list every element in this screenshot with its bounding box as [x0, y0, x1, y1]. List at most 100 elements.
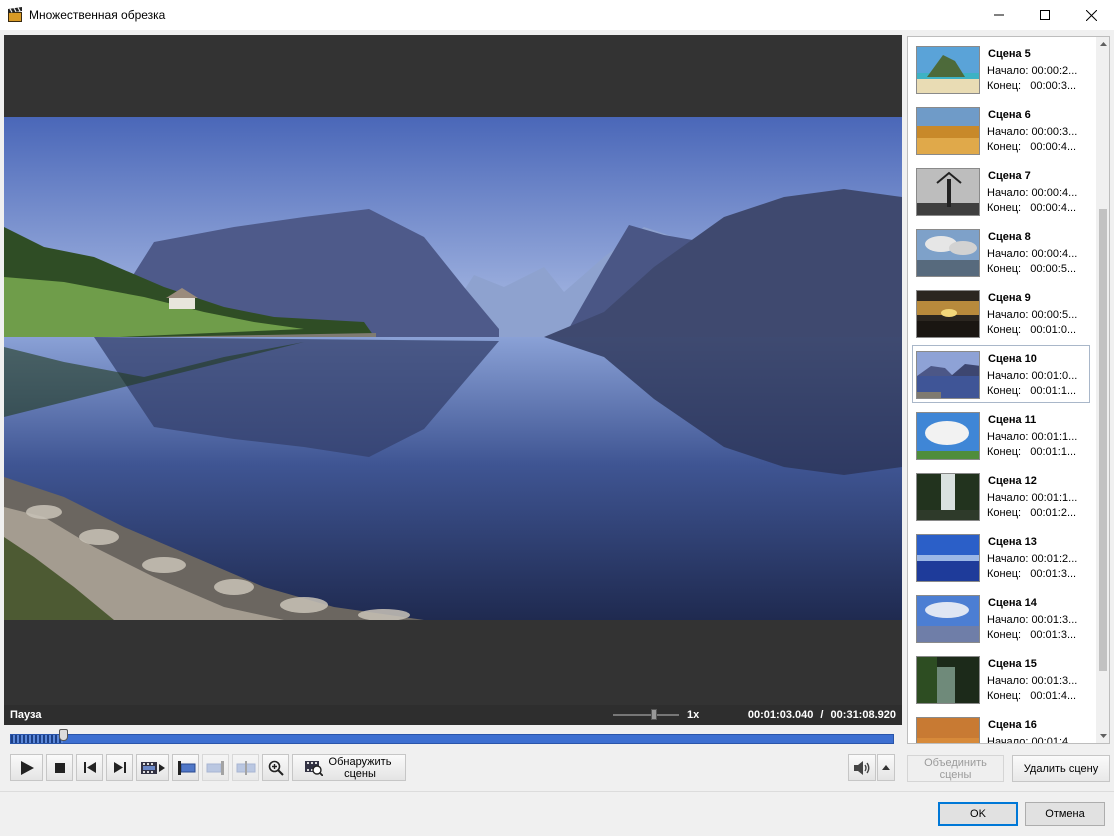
scene-item[interactable]: Сцена 7 Начало: 00:00:4... Конец: 00:00:4.… [912, 162, 1090, 220]
close-icon [1085, 9, 1097, 21]
time-readout: 00:01:03.040 / 00:31:08.920 [748, 709, 896, 721]
speaker-icon [854, 760, 870, 775]
scene-name: Сцена 14 [988, 597, 1037, 609]
scene-thumbnail [916, 351, 980, 399]
scene-thumbnail [916, 656, 980, 704]
scene-item[interactable]: Сцена 12 Начало: 00:01:1... Конец: 00:01:2… [912, 467, 1090, 525]
scene-item[interactable]: Сцена 15 Начало: 00:01:3... Конец: 00:01:4… [912, 650, 1090, 708]
speed-label: 1x [687, 709, 700, 721]
timeline-played [11, 735, 63, 743]
mark-start-button[interactable] [172, 754, 199, 781]
split-button[interactable] [232, 754, 259, 781]
scene-item[interactable]: Сцена 16 Начало: 00:01:4... [912, 711, 1090, 744]
video-preview[interactable] [4, 35, 902, 705]
scene-start-time: Начало: 00:01:0... [987, 370, 1078, 382]
scene-start-time: Начало: 00:01:2... [987, 553, 1078, 565]
scene-item[interactable]: Сцена 8 Начало: 00:00:4... Конец: 00:00:5.… [912, 223, 1090, 281]
film-clapper-icon [7, 7, 23, 23]
scene-end-time: Конец: 00:01:1... [987, 446, 1077, 458]
scene-start-time: Начало: 00:01:1... [987, 431, 1078, 443]
title-bar: Множественная обрезка [0, 0, 1114, 30]
scene-end-time: Конец: 00:01:3... [987, 629, 1077, 641]
total-time: 00:31:08.920 [830, 709, 896, 721]
merge-scenes-button[interactable]: Объединить сцены [907, 755, 1004, 782]
scene-end-time: Конец: 00:00:4... [987, 141, 1077, 153]
scene-item[interactable]: Сцена 14 Начало: 00:01:3... Конец: 00:01:3… [912, 589, 1090, 647]
scene-end-time: Конец: 00:01:2... [987, 507, 1077, 519]
scene-item[interactable]: Сцена 11 Начало: 00:01:1... Конец: 00:01:1… [912, 406, 1090, 464]
scene-name: Сцена 7 [988, 170, 1031, 182]
scene-list-scrollbar[interactable] [1096, 37, 1109, 743]
scene-thumbnail [916, 46, 980, 94]
timeline-thumb[interactable] [59, 729, 68, 741]
chevron-down-icon [1099, 734, 1107, 738]
volume-dropdown-button[interactable] [877, 754, 895, 781]
scene-name: Сцена 16 [988, 719, 1037, 731]
scene-name: Сцена 15 [988, 658, 1037, 670]
video-frame [4, 117, 902, 620]
scene-name: Сцена 10 [988, 353, 1037, 365]
scene-name: Сцена 12 [988, 475, 1037, 487]
timeline-scrubber[interactable] [10, 729, 894, 744]
scene-name: Сцена 11 [988, 414, 1037, 426]
scene-end-time: Конец: 00:00:5... [987, 263, 1077, 275]
previous-frame-icon [83, 762, 96, 773]
scene-item[interactable]: Сцена 10 Начало: 00:01:0... Конец: 00:01:1… [912, 345, 1090, 403]
scene-start-time: Начало: 00:01:4... [987, 736, 1078, 744]
previous-frame-button[interactable] [76, 754, 103, 781]
speed-slider[interactable] [613, 709, 679, 720]
window-title: Множественная обрезка [29, 8, 166, 22]
minimize-button[interactable] [976, 0, 1022, 30]
scene-list-panel[interactable]: Сцена 5 Начало: 00:00:2... Конец: 00:00:3.… [907, 36, 1110, 744]
mark-end-button[interactable] [202, 754, 229, 781]
detect-scenes-label: Обнаружить сцены [328, 755, 392, 780]
scene-end-time: Конец: 00:01:3... [987, 568, 1077, 580]
scene-name: Сцена 6 [988, 109, 1031, 121]
scene-start-time: Начало: 00:00:4... [987, 248, 1078, 260]
scene-thumbnail [916, 595, 980, 643]
scene-end-time: Конец: 00:01:0... [987, 324, 1077, 336]
volume-button[interactable] [848, 754, 876, 781]
detect-scenes-button[interactable]: Обнаружить сцены [292, 754, 406, 781]
speed-slider-thumb[interactable] [651, 709, 657, 720]
scene-item[interactable]: Сцена 6 Начало: 00:00:3... Конец: 00:00:4.… [912, 101, 1090, 159]
play-button[interactable] [10, 754, 43, 781]
ok-button[interactable]: OK [938, 802, 1018, 826]
maximize-button[interactable] [1022, 0, 1068, 30]
detect-scenes-icon [304, 760, 323, 776]
time-separator: / [820, 709, 824, 721]
scene-end-time: Конец: 00:00:4... [987, 202, 1077, 214]
player-status-bar: Пауза 1x 00:01:03.040 / 00:31:08.920 [4, 705, 902, 725]
scrollbar-thumb[interactable] [1099, 209, 1107, 671]
stop-button[interactable] [46, 754, 73, 781]
scene-item[interactable]: Сцена 9 Начало: 00:00:5... Конец: 00:01:0.… [912, 284, 1090, 342]
scene-name: Сцена 9 [988, 292, 1031, 304]
scroll-down-button[interactable] [1096, 729, 1109, 743]
scene-playback-button[interactable] [136, 754, 169, 781]
scene-start-time: Начало: 00:00:3... [987, 126, 1078, 138]
next-frame-icon [113, 762, 126, 773]
clip-start-icon [177, 760, 195, 775]
clip-split-icon [236, 760, 255, 775]
scene-item[interactable]: Сцена 5 Начало: 00:00:2... Конец: 00:00:3.… [912, 40, 1090, 98]
cancel-button[interactable]: Отмена [1025, 802, 1105, 826]
scene-end-time: Конец: 00:01:4... [987, 690, 1077, 702]
scene-item[interactable]: Сцена 13 Начало: 00:01:2... Конец: 00:01:3… [912, 528, 1090, 586]
film-strip-icon [140, 761, 165, 774]
minimize-icon [994, 14, 1004, 16]
footer-separator [0, 791, 1114, 792]
scene-end-time: Конец: 00:01:1... [987, 385, 1077, 397]
scene-thumbnail [916, 412, 980, 460]
scene-name: Сцена 13 [988, 536, 1037, 548]
scene-start-time: Начало: 00:00:5... [987, 309, 1078, 321]
scene-thumbnail [916, 473, 980, 521]
delete-scene-button[interactable]: Удалить сцену [1012, 755, 1110, 782]
scroll-up-button[interactable] [1096, 37, 1109, 51]
next-frame-button[interactable] [106, 754, 133, 781]
zoom-in-icon [268, 760, 284, 776]
zoom-button[interactable] [262, 754, 289, 781]
scene-start-time: Начало: 00:01:3... [987, 675, 1078, 687]
stop-icon [54, 762, 65, 773]
close-button[interactable] [1068, 0, 1114, 30]
scene-thumbnail [916, 534, 980, 582]
